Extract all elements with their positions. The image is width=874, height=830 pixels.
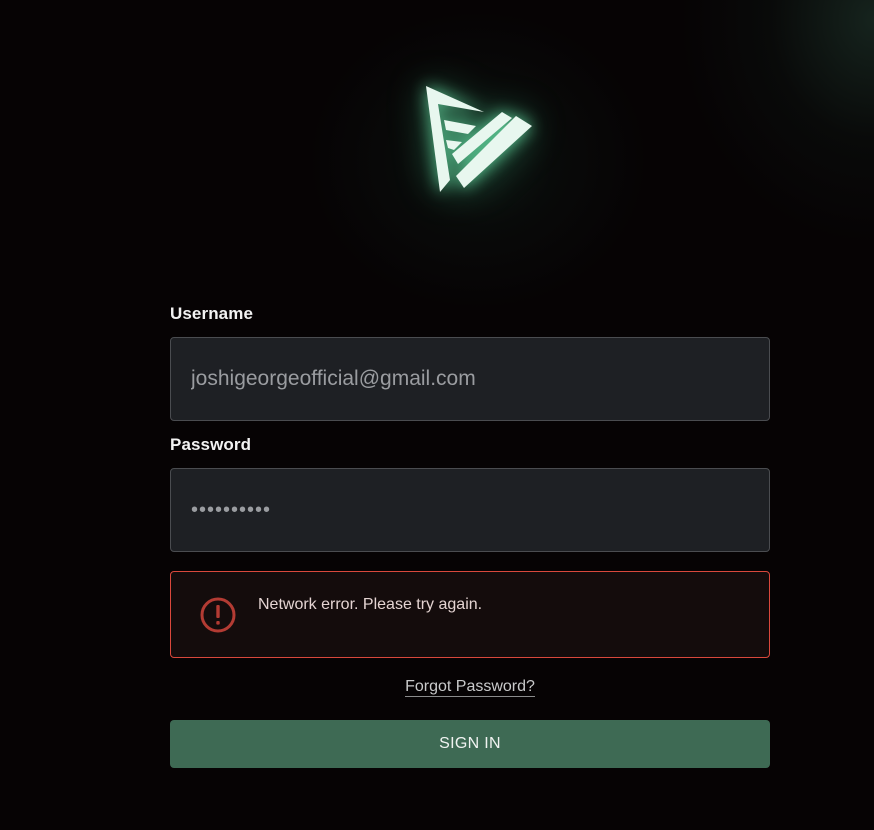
error-alert: Network error. Please try again. [170,571,770,658]
exclamation-circle-icon [200,597,236,633]
password-input[interactable] [170,468,770,552]
error-message: Network error. Please try again. [258,596,483,613]
sign-in-button[interactable]: SIGN IN [170,720,770,768]
password-label: Password [170,435,252,454]
app-logo-icon [426,86,532,192]
forgot-password-link[interactable]: Forgot Password? [405,678,535,697]
username-label: Username [170,304,254,323]
login-page: Username Password Network error. Please … [0,0,874,830]
forgot-password-row: Forgot Password? [170,678,770,697]
username-input[interactable] [170,337,770,421]
